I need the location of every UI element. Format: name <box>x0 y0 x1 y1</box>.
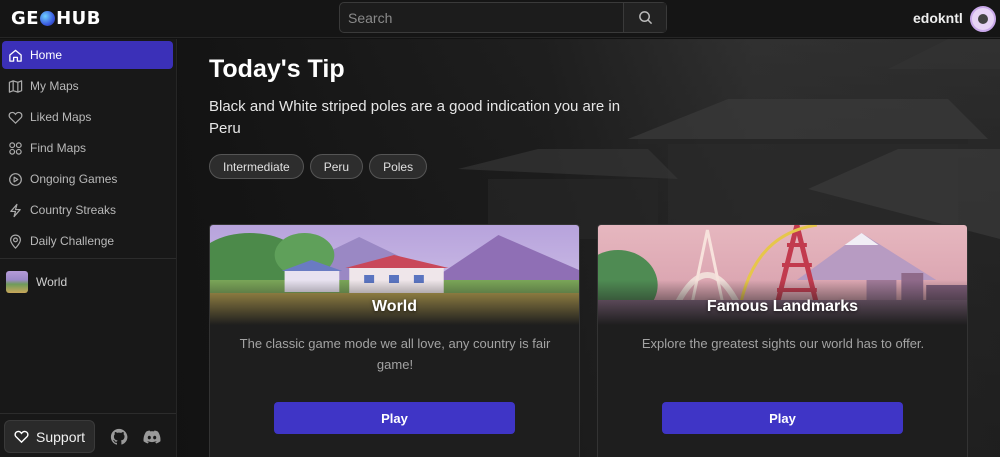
sidebar-item-label: Find Maps <box>30 141 87 155</box>
game-card-world: World The classic game mode we all love,… <box>209 224 580 457</box>
sidebar-divider <box>0 258 176 259</box>
tag-peru[interactable]: Peru <box>309 154 364 179</box>
avatar-face-icon <box>978 14 988 24</box>
card-title: Famous Landmarks <box>706 298 859 315</box>
play-button-famous-landmarks[interactable]: Play <box>662 402 903 434</box>
card-description: The classic game mode we all love, any c… <box>239 336 551 372</box>
globe-icon <box>40 11 56 26</box>
sidebar-item-daily-challenge[interactable]: Daily Challenge <box>2 227 173 255</box>
top-navbar: GE HUB edokntl <box>0 0 1000 38</box>
card-description: Explore the greatest sights our world ha… <box>641 336 925 351</box>
sidebar-item-label: Home <box>30 48 63 62</box>
support-button[interactable]: Support <box>4 420 95 453</box>
sidebar-item-ongoing-games[interactable]: Ongoing Games <box>2 165 173 193</box>
sidebar-item-my-maps[interactable]: My Maps <box>2 72 173 100</box>
tip-tags: Intermediate Peru Poles <box>209 154 428 179</box>
search-input[interactable] <box>340 3 623 32</box>
tag-intermediate[interactable]: Intermediate <box>209 154 304 179</box>
sidebar-item-label: My Maps <box>30 79 79 93</box>
tip-title: Today's Tip <box>209 55 345 83</box>
discord-link[interactable] <box>143 428 161 446</box>
support-label: Support <box>36 428 86 445</box>
search-bar <box>339 2 667 33</box>
card-title: World <box>371 298 418 315</box>
sidebar-item-home[interactable]: Home <box>2 41 173 69</box>
discord-icon <box>143 430 161 444</box>
sidebar-item-label: Daily Challenge <box>30 234 115 248</box>
sidebar-item-country-streaks[interactable]: Country Streaks <box>2 196 173 224</box>
sidebar-map-world[interactable]: World <box>2 268 173 296</box>
lightning-icon <box>7 202 24 219</box>
heart-icon <box>14 430 29 444</box>
avatar[interactable] <box>970 6 996 32</box>
sidebar-item-label: Country Streaks <box>30 203 117 217</box>
sidebar-map-label: World <box>36 275 68 289</box>
sidebar-item-label: Ongoing Games <box>30 172 118 186</box>
map-icon <box>7 78 24 95</box>
geohub-logo[interactable]: GE HUB <box>11 8 101 29</box>
sidebar-item-liked-maps[interactable]: Liked Maps <box>2 103 173 131</box>
play-button-world[interactable]: Play <box>274 402 515 434</box>
search-button[interactable] <box>623 3 666 32</box>
sidebar-item-label: Liked Maps <box>30 110 92 124</box>
tip-text: Black and White striped poles are a good… <box>209 98 621 137</box>
play-circle-icon <box>7 171 24 188</box>
home-icon <box>7 47 24 64</box>
main-content: Today's Tip Black and White striped pole… <box>178 39 1000 457</box>
heart-icon <box>7 109 24 126</box>
username[interactable]: edokntl <box>913 10 963 26</box>
logo-text-right: HUB <box>56 8 101 29</box>
github-icon <box>110 428 128 445</box>
sidebar-item-find-maps[interactable]: Find Maps <box>2 134 173 162</box>
game-card-famous-landmarks: Famous Landmarks Explore the greatest si… <box>597 224 968 457</box>
github-link[interactable] <box>110 428 128 446</box>
sidebar-footer-divider <box>0 413 176 414</box>
logo-text-left: GE <box>11 8 40 29</box>
grid-icon <box>7 140 24 157</box>
tag-poles[interactable]: Poles <box>369 154 428 179</box>
world-map-thumbnail <box>6 271 28 293</box>
search-icon <box>638 11 652 25</box>
location-pin-icon <box>7 233 24 250</box>
sidebar: Home My Maps Liked Maps Find Maps Ongoin… <box>0 39 177 457</box>
